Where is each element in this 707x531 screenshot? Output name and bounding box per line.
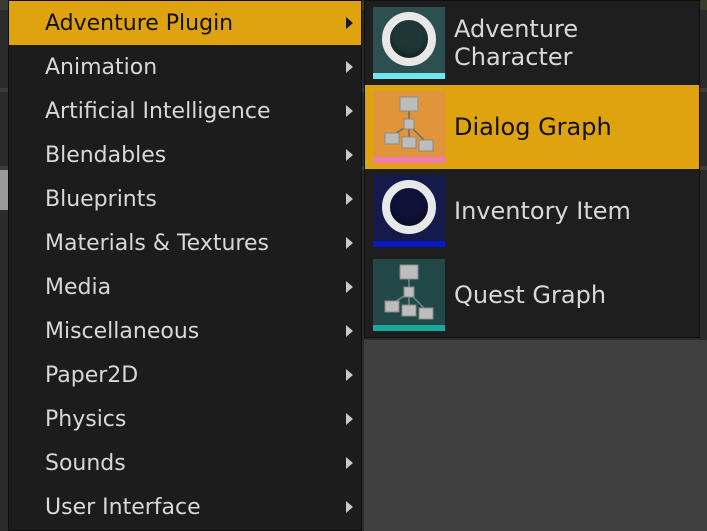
menu-item-label: Adventure Plugin [45,10,234,36]
submenu-item-label: Quest Graph [454,281,607,309]
chevron-right-icon [346,501,353,513]
menu-item-label: User Interface [45,494,201,520]
ring-icon [382,12,436,66]
menu-item-media[interactable]: Media [9,265,361,309]
submenu-item-adventure-character[interactable]: Adventure Character [365,1,699,85]
submenu-item-label: Adventure Character [454,15,579,71]
menu-item-label: Animation [45,54,158,80]
menu-item-label: Materials & Textures [45,230,269,256]
chevron-right-icon [346,325,353,337]
menu-item-animation[interactable]: Animation [9,45,361,89]
category-menu: Adventure Plugin Animation Artificial In… [8,0,362,531]
menu-item-paper2d[interactable]: Paper2D [9,353,361,397]
chevron-right-icon [346,281,353,293]
menu-item-label: Paper2D [45,362,139,388]
asset-type-color-bar [373,73,445,79]
graph-icon [384,96,434,152]
menu-item-artificial-intelligence[interactable]: Artificial Intelligence [9,89,361,133]
asset-thumbnail [373,259,445,331]
menu-item-sounds[interactable]: Sounds [9,441,361,485]
chevron-right-icon [346,149,353,161]
menu-item-user-interface[interactable]: User Interface [9,485,361,529]
menu-item-label: Artificial Intelligence [45,98,271,124]
chevron-right-icon [346,61,353,73]
chevron-right-icon [346,413,353,425]
asset-type-color-bar [373,325,445,331]
menu-item-physics[interactable]: Physics [9,397,361,441]
asset-thumbnail [373,91,445,163]
submenu-item-dialog-graph[interactable]: Dialog Graph [365,85,699,169]
menu-item-label: Media [45,274,112,300]
chevron-right-icon [346,369,353,381]
submenu-item-quest-graph[interactable]: Quest Graph [365,253,699,337]
menu-item-label: Blendables [45,142,167,168]
asset-type-color-bar [373,157,445,163]
submenu-item-label: Dialog Graph [454,113,612,141]
menu-item-label: Physics [45,406,127,432]
asset-submenu: Adventure Character Dialog Graph Invento… [364,0,700,338]
asset-thumbnail [373,175,445,247]
submenu-item-inventory-item[interactable]: Inventory Item [365,169,699,253]
asset-type-color-bar [373,241,445,247]
menu-item-miscellaneous[interactable]: Miscellaneous [9,309,361,353]
graph-icon [384,264,434,320]
viewport-panel-edge [0,170,8,210]
menu-item-adventure-plugin[interactable]: Adventure Plugin [9,1,361,45]
viewport-background-panel [364,340,707,531]
menu-item-label: Blueprints [45,186,157,212]
submenu-item-label: Inventory Item [454,197,631,225]
chevron-right-icon [346,457,353,469]
menu-item-label: Sounds [45,450,126,476]
ring-icon [382,180,436,234]
menu-item-blueprints[interactable]: Blueprints [9,177,361,221]
menu-item-blendables[interactable]: Blendables [9,133,361,177]
chevron-right-icon [346,17,353,29]
chevron-right-icon [346,237,353,249]
asset-thumbnail [373,7,445,79]
chevron-right-icon [346,105,353,117]
menu-item-materials-textures[interactable]: Materials & Textures [9,221,361,265]
menu-item-label: Miscellaneous [45,318,200,344]
chevron-right-icon [346,193,353,205]
